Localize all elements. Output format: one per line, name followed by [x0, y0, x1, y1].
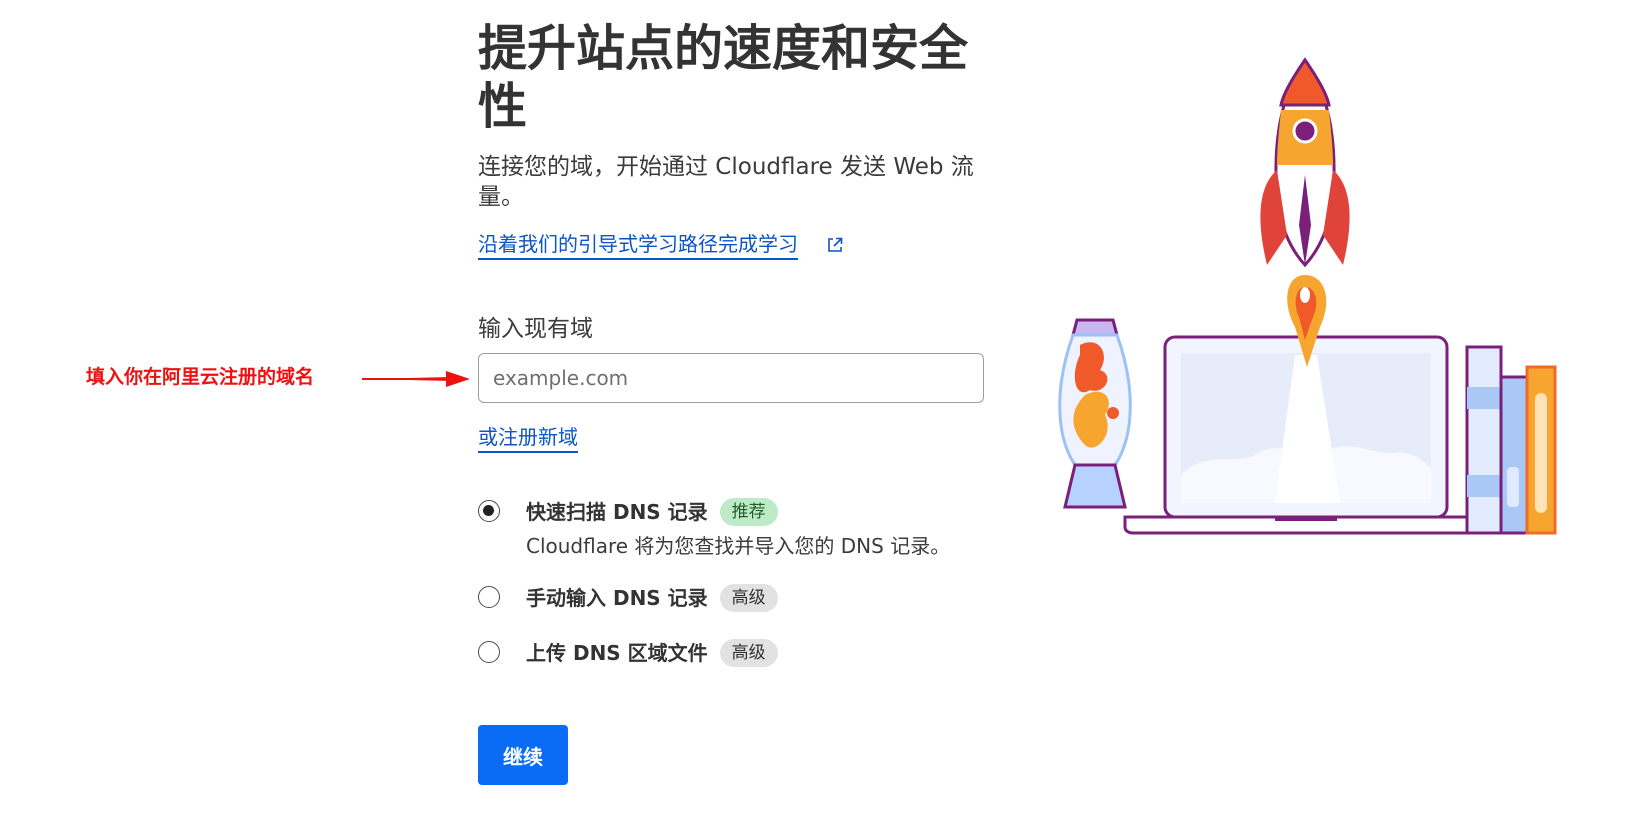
upload-zone-file-title: 上传 DNS 区域文件: [526, 641, 708, 665]
quick-scan-description: Cloudflare 将为您查找并导入您的 DNS 记录。: [526, 534, 951, 558]
annotation-text: 填入你在阿里云注册的域名: [86, 366, 315, 388]
advanced-badge: 高级: [719, 639, 778, 667]
annotation-arrow-icon: [362, 371, 470, 387]
page-subtitle: 连接您的域，开始通过 Cloudflare 发送 Web 流量。: [478, 154, 974, 210]
dns-option-quick-scan[interactable]: 快速扫描 DNS 记录 推荐 Cloudflare 将为您查找并导入您的 DNS…: [478, 498, 950, 559]
recommended-badge: 推荐: [719, 498, 778, 526]
quick-scan-radio[interactable]: [478, 500, 500, 522]
dns-option-manual-entry[interactable]: 手动输入 DNS 记录 高级: [478, 584, 778, 612]
books-illustration: [1465, 345, 1557, 535]
guided-learning-link[interactable]: 沿着我们的引导式学习路径完成学习: [478, 231, 798, 260]
rocket-laptop-illustration: [1058, 57, 1557, 535]
advanced-badge: 高级: [719, 584, 778, 612]
upload-zone-file-radio[interactable]: [478, 641, 500, 663]
continue-button[interactable]: 继续: [478, 725, 568, 785]
external-link-icon[interactable]: [826, 236, 844, 254]
rocket-illustration: [1260, 57, 1350, 268]
manual-entry-radio[interactable]: [478, 586, 500, 608]
page-title: 提升站点的速度和安全性: [478, 20, 969, 135]
dns-option-upload-zone-file[interactable]: 上传 DNS 区域文件 高级: [478, 639, 778, 667]
lava-lamp-illustration: [1058, 318, 1132, 509]
laptop-illustration: [1123, 335, 1489, 535]
domain-field-label: 输入现有域: [478, 316, 593, 342]
manual-entry-title: 手动输入 DNS 记录: [526, 586, 708, 610]
quick-scan-title: 快速扫描 DNS 记录: [526, 500, 708, 524]
domain-input[interactable]: [478, 353, 984, 403]
register-new-domain-link[interactable]: 或注册新域: [478, 424, 578, 453]
